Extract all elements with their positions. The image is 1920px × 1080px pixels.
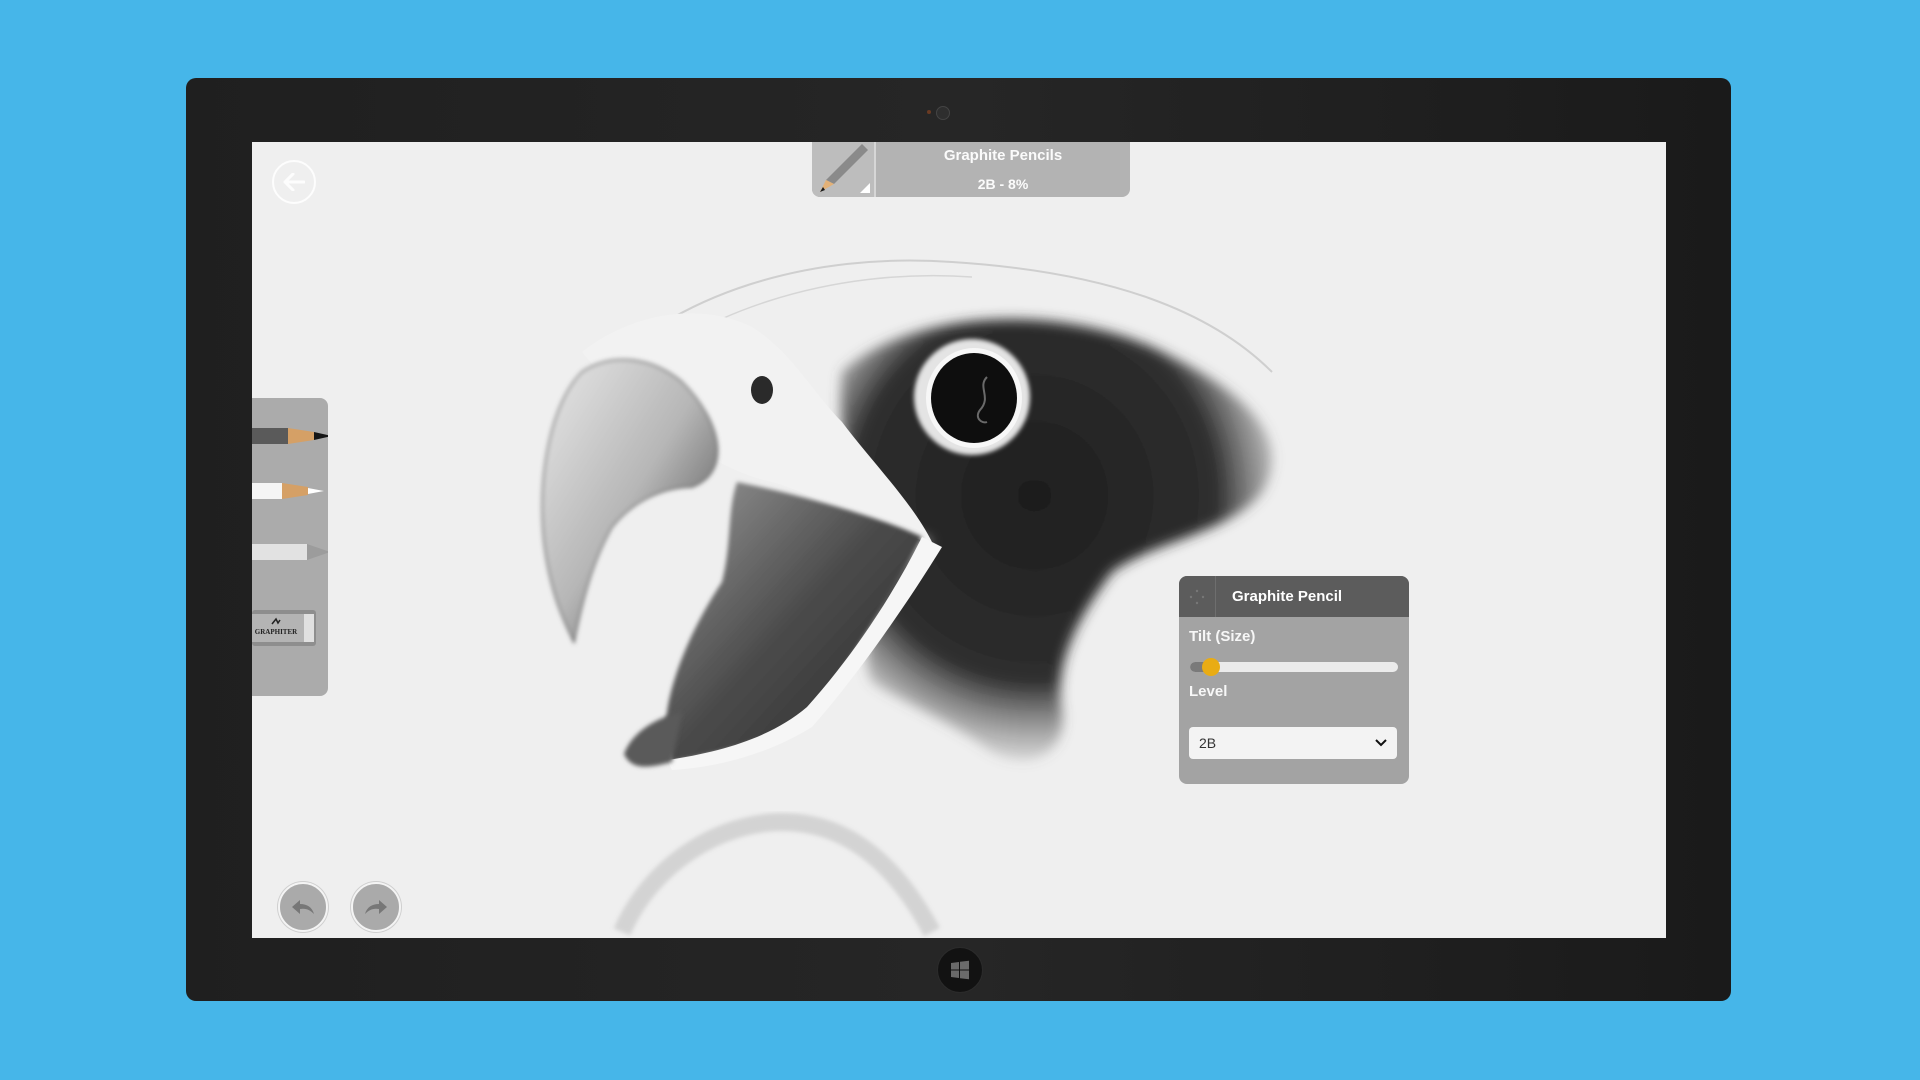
- blending-stump-icon: [252, 544, 328, 560]
- windows-home-button[interactable]: [937, 947, 983, 993]
- current-tool-indicator[interactable]: Graphite Pencils 2B - 8%: [812, 142, 1130, 197]
- falcon-beak-upper: [541, 359, 719, 645]
- redo-icon: [365, 900, 387, 914]
- level-select[interactable]: 2B: [1189, 727, 1397, 759]
- chevron-down-icon: [1375, 739, 1387, 747]
- level-label: Level: [1189, 683, 1228, 700]
- app-screen: Graphite Pencils 2B - 8% GRAPHITER Graph…: [252, 142, 1666, 938]
- camera-led: [927, 110, 931, 114]
- falcon-chest-sketch: [613, 812, 940, 937]
- level-select-value: 2B: [1199, 735, 1217, 751]
- tool-tray: GRAPHITER: [252, 398, 328, 696]
- tool-blending-stump[interactable]: [252, 540, 328, 569]
- pencil-panel-title: Graphite Pencil: [1232, 588, 1343, 605]
- svg-text:GRAPHITER: GRAPHITER: [255, 628, 298, 636]
- drag-handle-icon[interactable]: [1179, 576, 1216, 617]
- tool-white-pencil[interactable]: [252, 479, 328, 508]
- pencil-settings-panel: Graphite Pencil Tilt (Size) Level 2B: [1179, 576, 1409, 784]
- back-button[interactable]: [272, 160, 316, 204]
- tool-graphite-pencil[interactable]: [252, 424, 328, 453]
- graphite-pencil-icon: [252, 428, 328, 444]
- slider-thumb[interactable]: [1201, 658, 1220, 676]
- tool-indicator-title: Graphite Pencils: [943, 147, 1063, 164]
- expand-corner-icon: [860, 183, 870, 193]
- tilt-size-slider[interactable]: [1190, 658, 1398, 676]
- camera-icon: [936, 106, 950, 120]
- drawing-canvas[interactable]: [252, 142, 1666, 938]
- tool-indicator-status: 2B - 8%: [977, 176, 1029, 192]
- pencil-panel-header[interactable]: Graphite Pencil: [1179, 576, 1409, 617]
- falcon-nostril: [751, 376, 773, 404]
- windows-logo-icon: [951, 960, 969, 980]
- undo-icon: [292, 900, 314, 914]
- eraser-icon: GRAPHITER: [252, 610, 316, 646]
- falcon-eye: [931, 353, 1017, 443]
- tool-eraser[interactable]: GRAPHITER: [252, 608, 322, 653]
- tool-indicator-icon-cell[interactable]: [812, 142, 876, 197]
- tilt-label: Tilt (Size): [1189, 628, 1256, 645]
- undo-button[interactable]: [278, 882, 328, 932]
- back-arrow-icon: [283, 173, 305, 191]
- redo-button[interactable]: [351, 882, 401, 932]
- white-pencil-icon: [252, 483, 324, 499]
